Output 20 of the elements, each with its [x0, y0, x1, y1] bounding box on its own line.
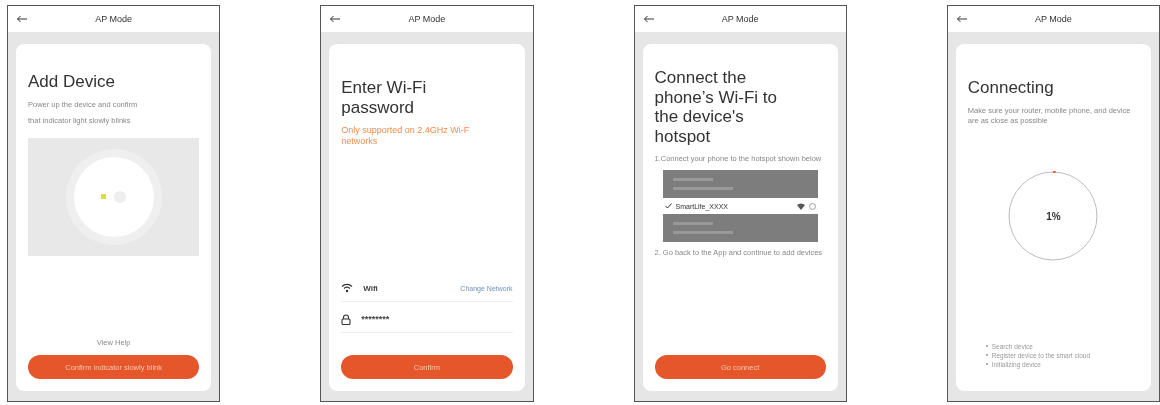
nav-title: AP Mode — [95, 14, 133, 24]
warning-text: Only supported on 2.4GHz Wi-F networks — [341, 125, 471, 148]
screen-title: Connect the phone’s Wi-Fi to the device's hotspot — [654, 68, 778, 147]
screen-title: Connecting — [967, 78, 1055, 98]
password-field[interactable]: ******** — [361, 314, 442, 324]
back-arrow-icon[interactable] — [642, 15, 655, 23]
progress-percent: 1% — [1046, 210, 1061, 222]
network-name: Wifi — [363, 283, 379, 293]
signal-icon — [796, 202, 805, 210]
screen-title: Add Device — [28, 72, 116, 92]
nav-title: AP Mode — [721, 14, 759, 24]
nav-title: AP Mode — [1034, 14, 1072, 24]
back-arrow-icon[interactable] — [16, 15, 28, 23]
back-arrow-icon[interactable] — [329, 15, 342, 23]
wifi-icon — [341, 283, 354, 293]
info-icon — [808, 202, 816, 210]
back-arrow-icon[interactable] — [955, 15, 968, 23]
nav-title: AP Mode — [408, 14, 446, 24]
screen-title: Enter Wi-Fi password — [341, 78, 428, 118]
lock-icon — [341, 313, 352, 325]
